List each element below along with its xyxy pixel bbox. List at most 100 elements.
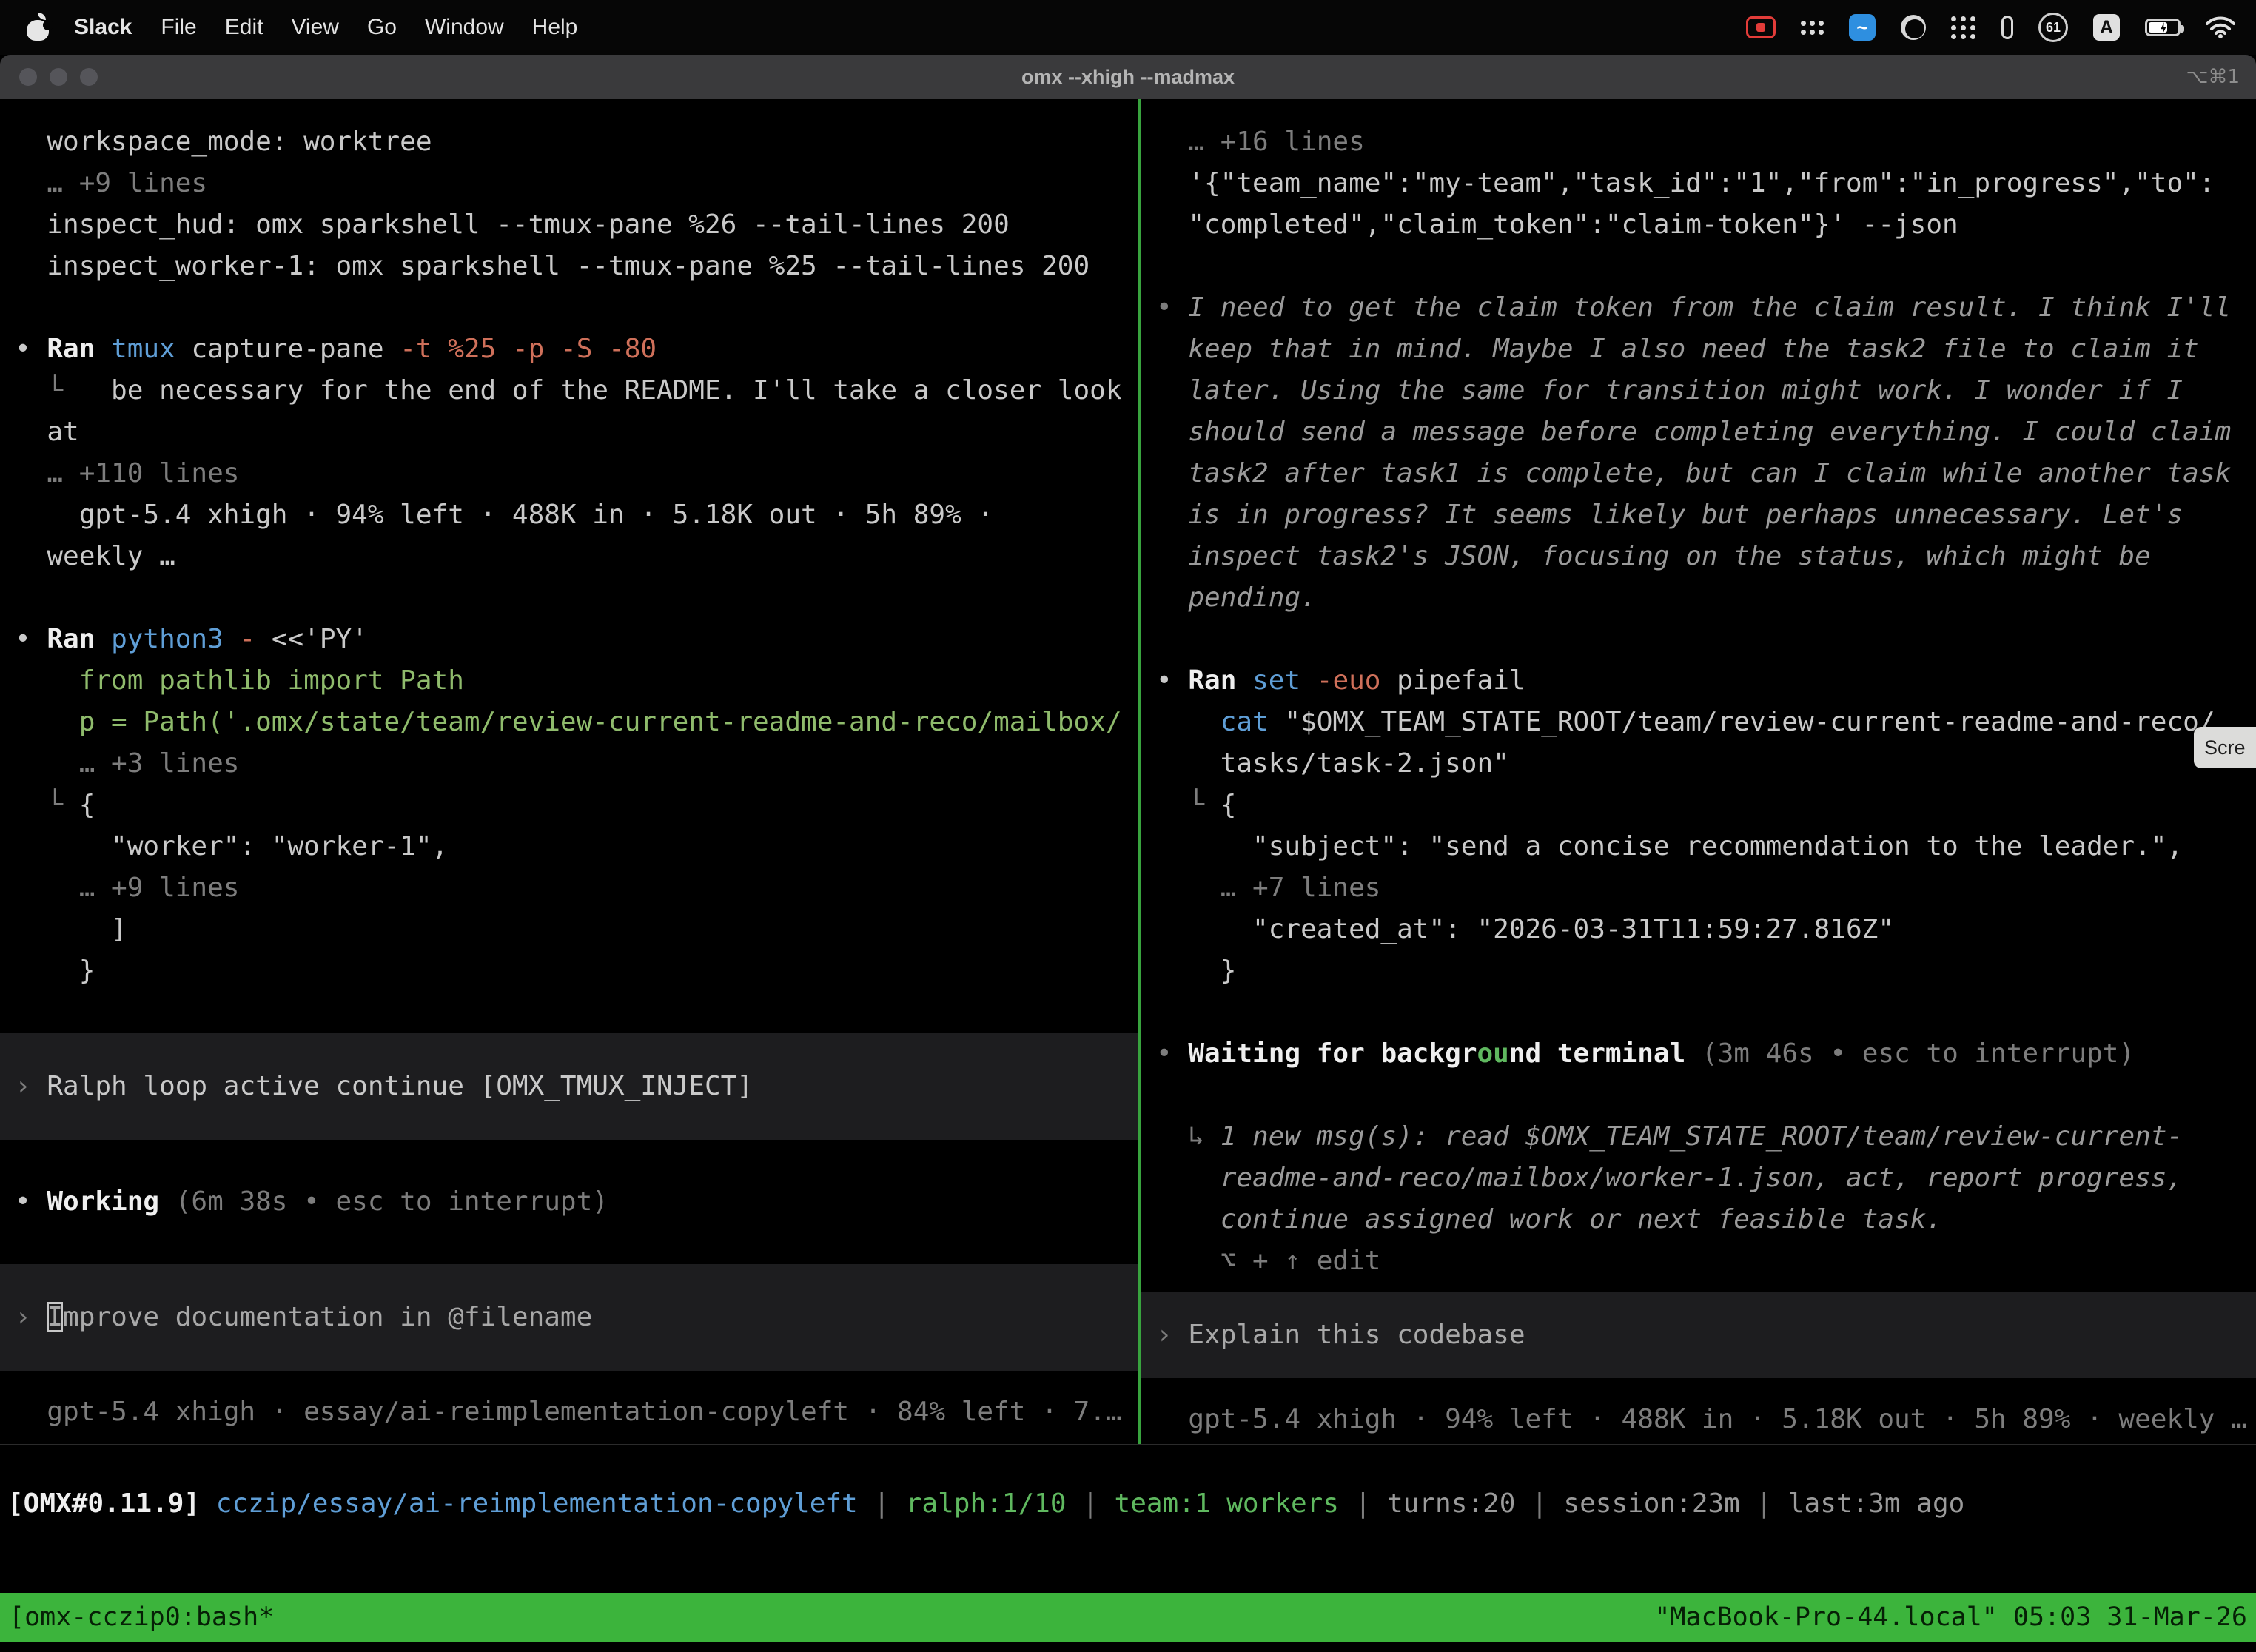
active-app-name[interactable]: Slack xyxy=(59,15,147,40)
terminal-line: … +110 lines xyxy=(0,453,1138,494)
prompt-row[interactable]: › Ralph loop active continue [OMX_TMUX_I… xyxy=(0,1033,1138,1140)
wifi-icon[interactable] xyxy=(2206,16,2235,38)
terminal-gap xyxy=(0,287,1138,329)
terminal-line: later. Using the same for transition mig… xyxy=(1141,370,2256,412)
traffic-lights xyxy=(0,68,98,86)
battery-icon[interactable] xyxy=(2145,19,2181,36)
minimize-button[interactable] xyxy=(50,68,67,86)
menu-view[interactable]: View xyxy=(277,15,352,40)
terminal-gap xyxy=(0,1140,1138,1181)
menu-window[interactable]: Window xyxy=(411,15,518,40)
terminal-line: • Working (6m 38s • esc to interrupt) xyxy=(0,1181,1138,1223)
terminal-line: "worker": "worker-1", xyxy=(0,826,1138,867)
terminal-line: gpt-5.4 xhigh · essay/ai-reimplementatio… xyxy=(0,1391,1138,1433)
screen-recording-icon[interactable] xyxy=(1746,16,1776,38)
screen-overlay-button[interactable]: Scre xyxy=(2194,727,2256,768)
terminal-line: gpt-5.4 xhigh · 94% left · 488K in · 5.1… xyxy=(0,494,1138,536)
terminal-line: • I need to get the claim token from the… xyxy=(1141,287,2256,329)
terminal-line: } xyxy=(1141,950,2256,992)
window-shortcut-hint: ⌥⌘1 xyxy=(2186,66,2256,88)
terminal-line: from pathlib import Path xyxy=(0,660,1138,702)
terminal-line: '{"team_name":"my-team","task_id":"1","f… xyxy=(1141,163,2256,204)
terminal-line: p = Path('.omx/state/team/review-current… xyxy=(0,702,1138,743)
terminal-line: pending. xyxy=(1141,577,2256,619)
window-title-bar: omx --xhigh --madmax ⌥⌘1 xyxy=(0,55,2256,99)
terminal-line: weekly … xyxy=(0,536,1138,577)
tmux-session-label: [omx-cczip0:bash* xyxy=(9,1602,274,1632)
right-pane[interactable]: … +16 lines '{"team_name":"my-team","tas… xyxy=(1141,99,2256,1444)
terminal-line: is in progress? It seems likely but perh… xyxy=(1141,494,2256,536)
prompt-row[interactable]: › Improve documentation in @filename xyxy=(0,1264,1138,1371)
terminal-gap xyxy=(0,1223,1138,1264)
terminal-gap xyxy=(0,992,1138,1033)
terminal-line: ↳ 1 new msg(s): read $OMX_TEAM_STATE_ROO… xyxy=(1141,1116,2256,1158)
terminal-content: workspace_mode: worktree … +9 lines insp… xyxy=(0,99,2256,1446)
menu-file[interactable]: File xyxy=(147,15,210,40)
terminal-line: readme-and-reco/mailbox/worker-1.json, a… xyxy=(1141,1158,2256,1199)
terminal-gap xyxy=(1141,246,2256,287)
terminal-line: • Ran python3 - <<'PY' xyxy=(0,619,1138,660)
menu-left: Slack FileEditViewGoWindowHelp xyxy=(0,14,591,41)
stats-gauge-icon[interactable]: 61 xyxy=(2038,13,2068,42)
menu-status-icons: ~ 61 A xyxy=(1746,13,2256,42)
close-button[interactable] xyxy=(19,68,37,86)
swift-app-icon[interactable]: ~ xyxy=(1849,14,1876,41)
terminal-line: └ { xyxy=(0,785,1138,826)
terminal-line: at xyxy=(0,412,1138,453)
left-pane[interactable]: workspace_mode: worktree … +9 lines insp… xyxy=(0,99,1138,1444)
terminal-line: inspect task2's JSON, focusing on the st… xyxy=(1141,536,2256,577)
terminal-line: "completed","claim_token":"claim-token"}… xyxy=(1141,204,2256,246)
tmux-status-bar: [omx-cczip0:bash* "MacBook-Pro-44.local"… xyxy=(0,1593,2256,1642)
terminal-line: inspect_hud: omx sparkshell --tmux-pane … xyxy=(0,204,1138,246)
terminal-line: • Waiting for background terminal (3m 46… xyxy=(1141,1033,2256,1075)
terminal-window: omx --xhigh --madmax ⌥⌘1 workspace_mode:… xyxy=(0,55,2256,1652)
terminal-gap xyxy=(1141,1075,2256,1116)
terminal-line: cat "$OMX_TEAM_STATE_ROOT/team/review-cu… xyxy=(1141,702,2256,743)
terminal-line: ⌥ + ↑ edit xyxy=(1141,1240,2256,1282)
menu-edit[interactable]: Edit xyxy=(211,15,278,40)
terminal-line: • Ran set -euo pipefail xyxy=(1141,660,2256,702)
terminal-gap xyxy=(1141,1282,2256,1292)
apps-grid-icon[interactable] xyxy=(1951,16,1976,39)
apple-menu-icon[interactable] xyxy=(27,14,49,41)
terminal-line: ] xyxy=(0,909,1138,950)
terminal-gap xyxy=(1141,992,2256,1033)
omx-status-line: [OMX#0.11.9] cczip/essay/ai-reimplementa… xyxy=(0,1483,2256,1525)
terminal-gap xyxy=(0,577,1138,619)
terminal-line: } xyxy=(0,950,1138,992)
terminal-line: "subject": "send a concise recommendatio… xyxy=(1141,826,2256,867)
keyboard-grid-icon[interactable] xyxy=(1801,21,1824,35)
terminal-line: continue assigned work or next feasible … xyxy=(1141,1199,2256,1240)
terminal-gap xyxy=(1141,619,2256,660)
menu-help[interactable]: Help xyxy=(518,15,592,40)
circle-app-icon[interactable] xyxy=(1901,15,1926,40)
terminal-line: keep that in mind. Maybe I also need the… xyxy=(1141,329,2256,370)
terminal-line: should send a message before completing … xyxy=(1141,412,2256,453)
display-icon[interactable] xyxy=(2001,16,2013,39)
terminal-line: └ be necessary for the end of the README… xyxy=(0,370,1138,412)
terminal-line: task2 after task1 is complete, but can I… xyxy=(1141,453,2256,494)
zoom-button[interactable] xyxy=(80,68,98,86)
terminal-line: … +9 lines xyxy=(0,163,1138,204)
terminal-line: … +16 lines xyxy=(1141,121,2256,163)
terminal-line: gpt-5.4 xhigh · 94% left · 488K in · 5.1… xyxy=(1141,1399,2256,1440)
prompt-row[interactable]: › Explain this codebase xyxy=(1141,1292,2256,1378)
terminal-line: … +9 lines xyxy=(0,867,1138,909)
terminal-line: … +3 lines xyxy=(0,743,1138,785)
terminal-line: └ { xyxy=(1141,785,2256,826)
menu-go[interactable]: Go xyxy=(353,15,411,40)
terminal-line: … +7 lines xyxy=(1141,867,2256,909)
input-source-icon[interactable]: A xyxy=(2093,14,2120,41)
terminal-line: inspect_worker-1: omx sparkshell --tmux-… xyxy=(0,246,1138,287)
menu-bar: Slack FileEditViewGoWindowHelp ~ 61 A xyxy=(0,0,2256,55)
terminal-line: • Ran tmux capture-pane -t %25 -p -S -80 xyxy=(0,329,1138,370)
menu-items: FileEditViewGoWindowHelp xyxy=(147,15,591,40)
terminal-gap xyxy=(1141,1378,2256,1399)
terminal-line: workspace_mode: worktree xyxy=(0,121,1138,163)
terminal-line: tasks/task-2.json" xyxy=(1141,743,2256,785)
tmux-host-datetime: "MacBook-Pro-44.local" 05:03 31-Mar-26 xyxy=(1654,1602,2247,1632)
terminal-gap xyxy=(0,1371,1138,1391)
terminal-line: "created_at": "2026-03-31T11:59:27.816Z" xyxy=(1141,909,2256,950)
window-title: omx --xhigh --madmax xyxy=(0,66,2256,89)
screen-overlay-label: Scre xyxy=(2204,736,2246,759)
